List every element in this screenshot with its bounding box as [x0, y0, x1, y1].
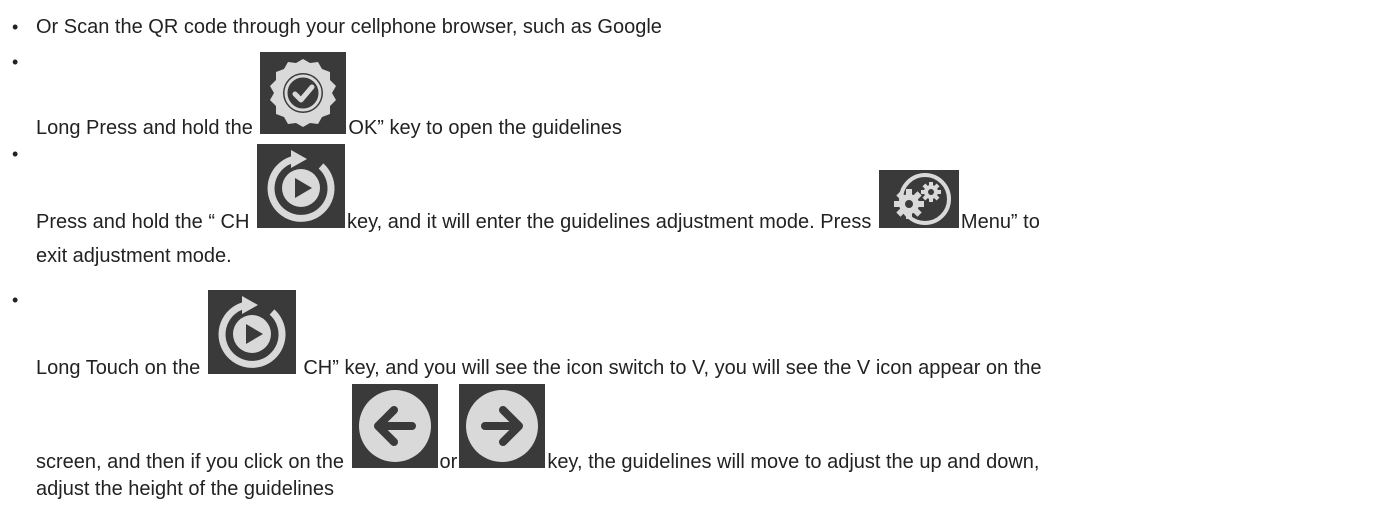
item-line: screen, and then if you click on the or …	[36, 384, 1042, 474]
item-line: Long Press and hold the OK” key to open …	[36, 52, 622, 140]
item-text: Long Press and hold the	[36, 117, 259, 139]
item-text: adjust the height of the guidelines	[36, 478, 334, 500]
item-text: Press and hold the “ CH	[36, 211, 255, 233]
ch-replay-icon	[257, 144, 345, 228]
item-line: Long Touch on the CH” key, and you will …	[36, 290, 1042, 380]
item-text: OK” key to open the guidelines	[348, 117, 622, 139]
item-text: key, and it will enter the guidelines ad…	[347, 211, 877, 233]
menu-gears-icon	[878, 170, 959, 228]
right-arrow-icon	[459, 384, 546, 468]
item-text: Menu” to	[960, 211, 1040, 233]
left-arrow-icon	[351, 384, 438, 468]
item-text: Or Scan the QR code through your cellpho…	[36, 16, 662, 38]
item-text: Long Touch on the	[36, 357, 206, 379]
item-text: key, the guidelines will move to adjust …	[547, 451, 1040, 473]
item-text: or	[439, 451, 458, 473]
item-text: exit adjustment mode.	[36, 245, 232, 267]
ok-check-icon	[260, 52, 347, 134]
list-item: Or Scan the QR code through your cellpho…	[0, 14, 662, 40]
list-item: Long Press and hold the OK” key to open …	[0, 52, 622, 140]
list-item: Press and hold the “ CH key, and it will…	[0, 144, 1040, 273]
list-item: Long Touch on the CH” key, and you will …	[0, 290, 1042, 504]
ch-replay-icon	[207, 290, 296, 374]
item-text: CH” key, and you will see the icon switc…	[297, 357, 1042, 379]
item-text: screen, and then if you click on the	[36, 451, 350, 473]
item-line: Press and hold the “ CH key, and it will…	[36, 144, 1040, 239]
